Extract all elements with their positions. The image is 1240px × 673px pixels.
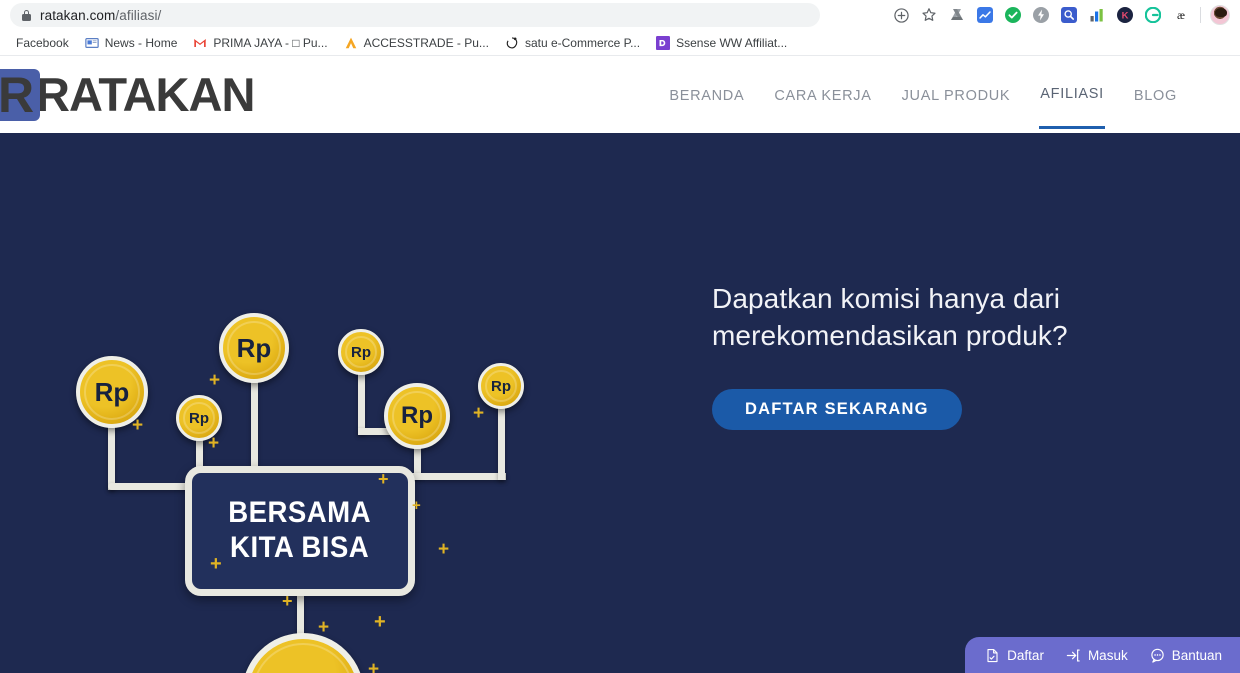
logo-mark-icon — [0, 68, 40, 121]
nav-item-beranda[interactable]: BERANDA — [668, 62, 745, 128]
sparkle-icon: + — [210, 553, 222, 575]
hero-title-line2: merekomendasikan produk? — [712, 319, 1068, 351]
add-page-icon[interactable] — [887, 1, 915, 29]
sparkle-icon: + — [368, 659, 380, 673]
nav-item-jual-produk[interactable]: JUAL PRODUK — [901, 62, 1012, 128]
bookmark-item[interactable]: PRIMA JAYA - □ Pu... — [185, 32, 335, 54]
ae-extension-icon[interactable]: æ — [1167, 1, 1195, 29]
gmail-favicon — [194, 38, 207, 47]
site-header: RATAKAN BERANDA CARA KERJA JUAL PRODUK A… — [0, 56, 1240, 133]
nav-item-blog[interactable]: BLOG — [1133, 62, 1178, 128]
register-document-icon — [987, 648, 998, 662]
main-navigation: BERANDA CARA KERJA JUAL PRODUK AFILIASI … — [668, 56, 1178, 133]
url-path: /afiliasi/ — [115, 7, 162, 23]
hero-title: Dapatkan komisi hanya dari merekomendasi… — [712, 281, 1172, 355]
url-text: ratakan.com/afiliasi/ — [40, 8, 161, 23]
pipe-segment — [108, 418, 115, 490]
sparkle-icon: + — [132, 415, 144, 436]
sparkle-icon: + — [438, 539, 450, 560]
sparkle-icon: + — [209, 370, 221, 391]
svg-text:æ: æ — [1177, 8, 1185, 22]
bookmark-label: satu e-Commerce P... — [524, 35, 641, 50]
analytics-extension-icon[interactable] — [971, 1, 999, 29]
accesstrade-favicon — [345, 37, 356, 48]
bookmarks-bar: Facebook News - Home PRIMA JAYA - □ Pu..… — [0, 30, 1240, 56]
coin-upper-right: Rp — [338, 329, 384, 375]
sparkle-icon: + — [473, 403, 485, 424]
pipe-segment — [498, 406, 505, 480]
bookmark-item[interactable]: ACCESSTRADE - Pu... — [336, 32, 497, 54]
center-box-line2: KITA BISA — [230, 531, 370, 564]
sparkle-icon: + — [282, 591, 293, 611]
bookmark-star-icon[interactable] — [915, 1, 943, 29]
float-item-label: Masuk — [1087, 647, 1128, 663]
lock-icon — [22, 9, 31, 21]
login-arrow-icon — [1066, 648, 1080, 662]
hero-content: Dapatkan komisi hanya dari merekomendasi… — [712, 281, 1172, 430]
bolt-extension-icon[interactable] — [1027, 1, 1055, 29]
float-bantuan-button[interactable]: Bantuan — [1150, 648, 1222, 663]
bookmark-label: PRIMA JAYA - □ Pu... — [213, 35, 328, 50]
bar-chart-extension-icon[interactable] — [1083, 1, 1111, 29]
checkmark-extension-icon[interactable] — [999, 1, 1027, 29]
news-favicon — [84, 37, 99, 48]
grammarly-extension-icon[interactable] — [1139, 1, 1167, 29]
hero-section: BERSAMA KITA BISA Rp Rp Rp Rp Rp Rp Rp +… — [0, 133, 1240, 673]
pipe-segment — [358, 372, 365, 434]
daftar-sekarang-button[interactable]: DAFTAR SEKARANG — [712, 388, 962, 430]
coin-top-center: Rp — [219, 313, 289, 383]
nav-item-cara-kerja[interactable]: CARA KERJA — [773, 62, 872, 128]
hero-illustration: BERSAMA KITA BISA Rp Rp Rp Rp Rp Rp Rp +… — [60, 298, 580, 673]
center-box-line1: BERSAMA — [228, 496, 372, 530]
bookmark-item[interactable]: News - Home — [77, 32, 186, 54]
logo-wordmark: RATAKAN — [36, 68, 255, 121]
svg-text:K: K — [1122, 11, 1129, 22]
floating-action-bar: Daftar Masuk Bantuan — [965, 637, 1240, 673]
float-item-label: Bantuan — [1171, 647, 1222, 663]
sparkle-icon: + — [374, 611, 386, 633]
bookmark-label: News - Home — [104, 35, 178, 50]
google-drive-extension-icon[interactable] — [943, 1, 971, 29]
toolbar-icon-group: K æ — [887, 0, 1234, 30]
float-item-label: Daftar — [1007, 647, 1044, 663]
float-daftar-button[interactable]: Daftar — [985, 648, 1044, 663]
address-bar[interactable]: ratakan.com/afiliasi/ — [10, 3, 820, 27]
shopify-favicon — [506, 36, 518, 48]
bookmark-item[interactable]: satu e-Commerce P... — [497, 32, 648, 54]
browser-window: ratakan.com/afiliasi/ K æ Facebook News … — [0, 0, 1240, 673]
url-domain: ratakan.com — [40, 7, 116, 23]
sparkle-icon: + — [412, 497, 421, 514]
nav-item-afiliasi[interactable]: AFILIASI — [1039, 60, 1105, 129]
ssense-favicon — [656, 35, 671, 50]
bookmark-item[interactable]: Ssense WW Affiliat... — [648, 32, 795, 54]
toolbar-divider — [1200, 7, 1201, 23]
coin-right-center: Rp — [384, 383, 450, 449]
float-masuk-button[interactable]: Masuk — [1066, 648, 1128, 663]
pipe-segment — [410, 473, 506, 480]
search-extension-icon[interactable] — [1055, 1, 1083, 29]
pipe-segment — [251, 378, 258, 473]
site-logo[interactable]: RATAKAN — [0, 67, 255, 122]
browser-toolbar: ratakan.com/afiliasi/ K æ — [0, 0, 1240, 30]
coin-bottom-large: Rp — [242, 633, 364, 673]
keywords-everywhere-extension-icon[interactable]: K — [1111, 1, 1139, 29]
bookmark-label: ACCESSTRADE - Pu... — [363, 35, 489, 50]
bookmark-label: Ssense WW Affiliat... — [676, 35, 788, 50]
sparkle-icon: + — [378, 469, 389, 489]
hero-title-line1: Dapatkan komisi hanya dari — [712, 283, 1061, 314]
bookmark-label: Facebook — [16, 35, 69, 50]
sparkle-icon: + — [318, 617, 330, 638]
avatar[interactable] — [1206, 1, 1234, 29]
coin-far-right: Rp — [478, 363, 524, 409]
help-chat-icon — [1151, 648, 1164, 663]
sparkle-icon: + — [208, 433, 220, 454]
bookmark-item[interactable]: Facebook — [8, 32, 77, 54]
